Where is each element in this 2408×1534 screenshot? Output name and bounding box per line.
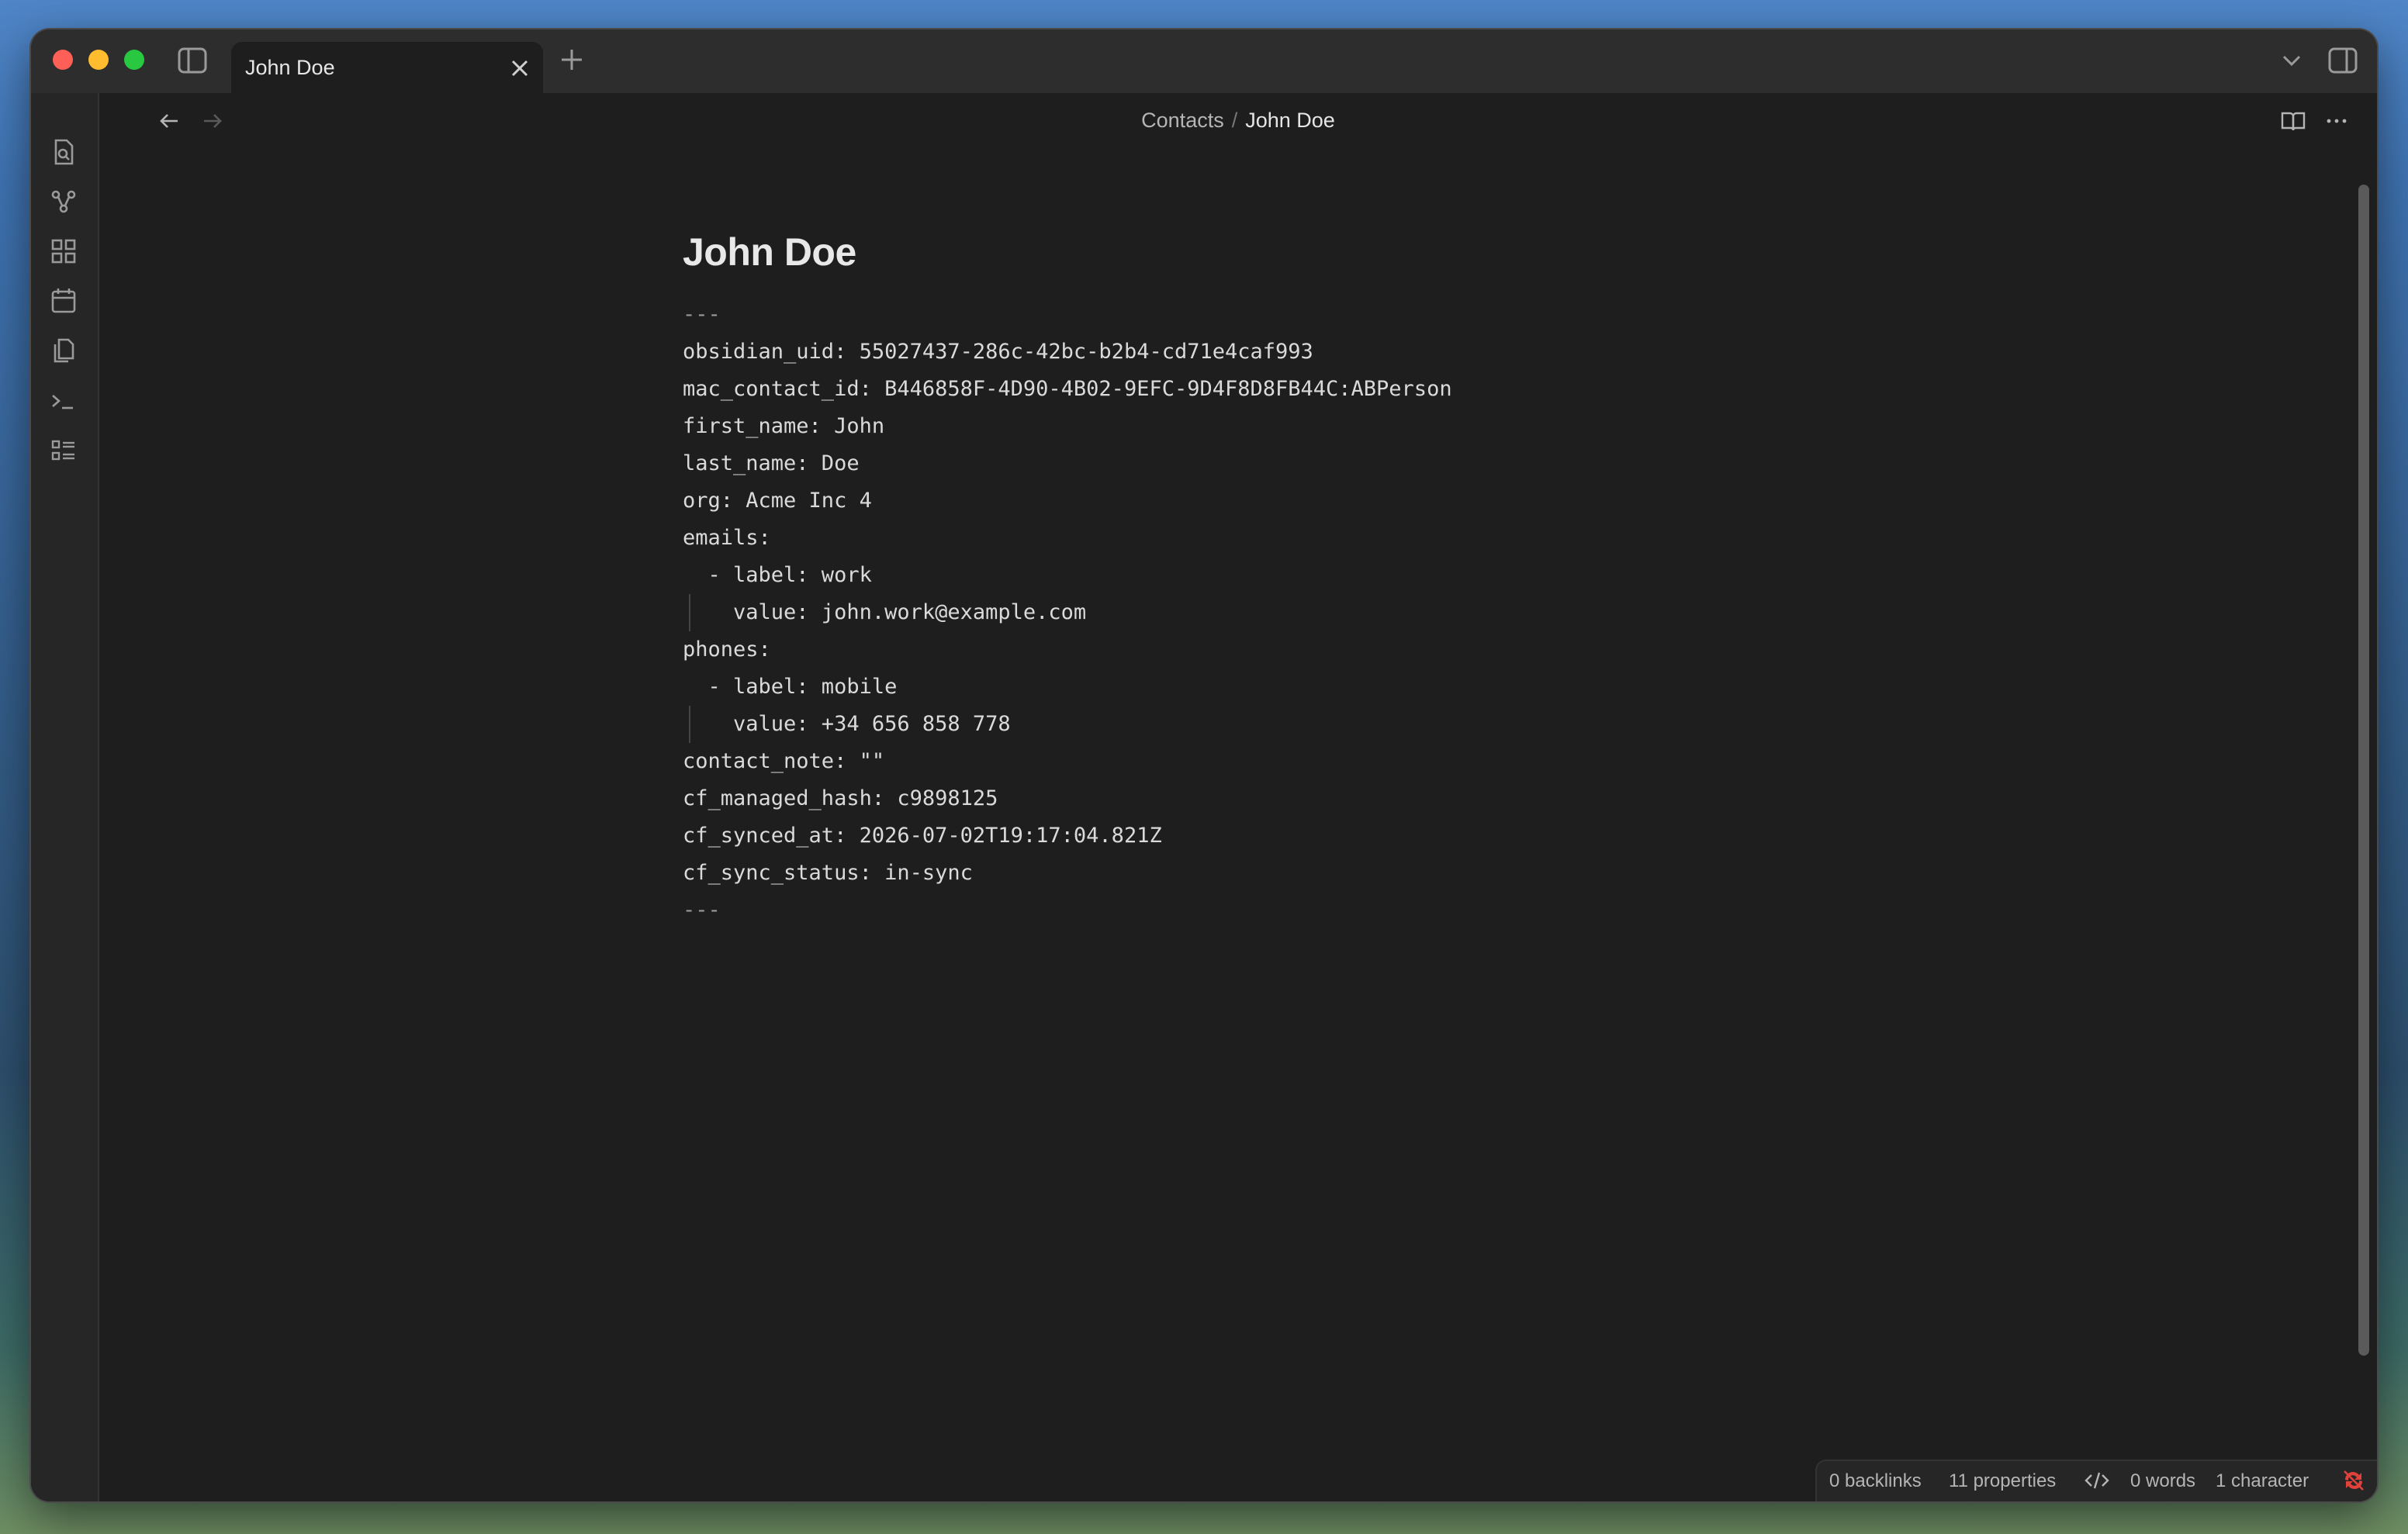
- code-line: - label: work: [683, 563, 872, 587]
- code-line: value: +34 656 858 778: [683, 706, 1452, 743]
- more-options-icon[interactable]: [2323, 107, 2351, 135]
- code-view-icon[interactable]: [2084, 1469, 2110, 1492]
- new-tab-plus-icon[interactable]: [557, 45, 586, 74]
- titlebar: John Doe: [31, 29, 2377, 93]
- code-line: contact_note: "": [683, 749, 885, 773]
- code-line: mac_contact_id: B446858F-4D90-4B02-9EFC-…: [683, 377, 1452, 401]
- view-header: Contacts / John Doe: [99, 93, 2377, 149]
- code-line: cf_synced_at: 2026-07-02T19:17:04.821Z: [683, 824, 1162, 848]
- code-line: value: john.work@example.com: [683, 594, 1452, 631]
- code-line-text: value: +34 656 858 778: [683, 712, 1011, 736]
- close-icon[interactable]: [507, 56, 532, 81]
- code-line: cf_sync_status: in-sync: [683, 861, 973, 885]
- indent-guide: [689, 706, 690, 743]
- left-sidebar-toggle-icon[interactable]: [177, 47, 208, 74]
- code-line: obsidian_uid: 55027437-286c-42bc-b2b4-cd…: [683, 340, 1313, 364]
- note-title[interactable]: John Doe: [683, 230, 856, 275]
- code-line: cf_managed_hash: c9898125: [683, 786, 998, 810]
- frontmatter-delimiter: ---: [683, 302, 721, 326]
- maximize-window-button[interactable]: [124, 50, 144, 70]
- close-window-button[interactable]: [53, 50, 73, 70]
- code-line: phones:: [683, 637, 771, 662]
- scrollbar[interactable]: [2358, 185, 2369, 1356]
- breadcrumb-separator: /: [1231, 109, 1238, 132]
- code-line: first_name: John: [683, 414, 885, 438]
- breadcrumb-parent[interactable]: Contacts: [1141, 109, 1224, 132]
- tab-active[interactable]: John Doe: [231, 42, 543, 93]
- chevron-down-icon[interactable]: [2278, 47, 2306, 74]
- book-open-icon[interactable]: [2279, 107, 2307, 135]
- frontmatter-source[interactable]: --- obsidian_uid: 55027437-286c-42bc-b2b…: [683, 296, 1452, 929]
- right-sidebar-toggle-icon[interactable]: [2327, 47, 2358, 74]
- frontmatter-delimiter: ---: [683, 898, 721, 922]
- editor-area[interactable]: John Doe --- obsidian_uid: 55027437-286c…: [31, 149, 2377, 1501]
- code-line-text: value: john.work@example.com: [683, 600, 1087, 624]
- indent-guide: [689, 594, 690, 631]
- backlinks-count[interactable]: 0 backlinks: [1829, 1470, 1922, 1492]
- breadcrumb: Contacts / John Doe: [99, 109, 2377, 133]
- code-line: - label: mobile: [683, 675, 898, 699]
- app-window: John Doe Contacts / John Doe John Doe --…: [31, 29, 2377, 1501]
- code-line: org: Acme Inc 4: [683, 489, 872, 513]
- code-line: last_name: Doe: [683, 451, 860, 475]
- word-count: 0 words: [2130, 1470, 2196, 1491]
- minimize-window-button[interactable]: [88, 50, 109, 70]
- status-bar: 0 backlinks 11 properties 0 words 1 char…: [1815, 1460, 2377, 1501]
- properties-count[interactable]: 11 properties: [1949, 1470, 2056, 1492]
- code-line: emails:: [683, 526, 771, 550]
- character-count: 1 character: [2216, 1470, 2309, 1491]
- tab-title: John Doe: [245, 56, 335, 79]
- sync-error-icon[interactable]: [2341, 1469, 2366, 1492]
- breadcrumb-current[interactable]: John Doe: [1245, 109, 1335, 132]
